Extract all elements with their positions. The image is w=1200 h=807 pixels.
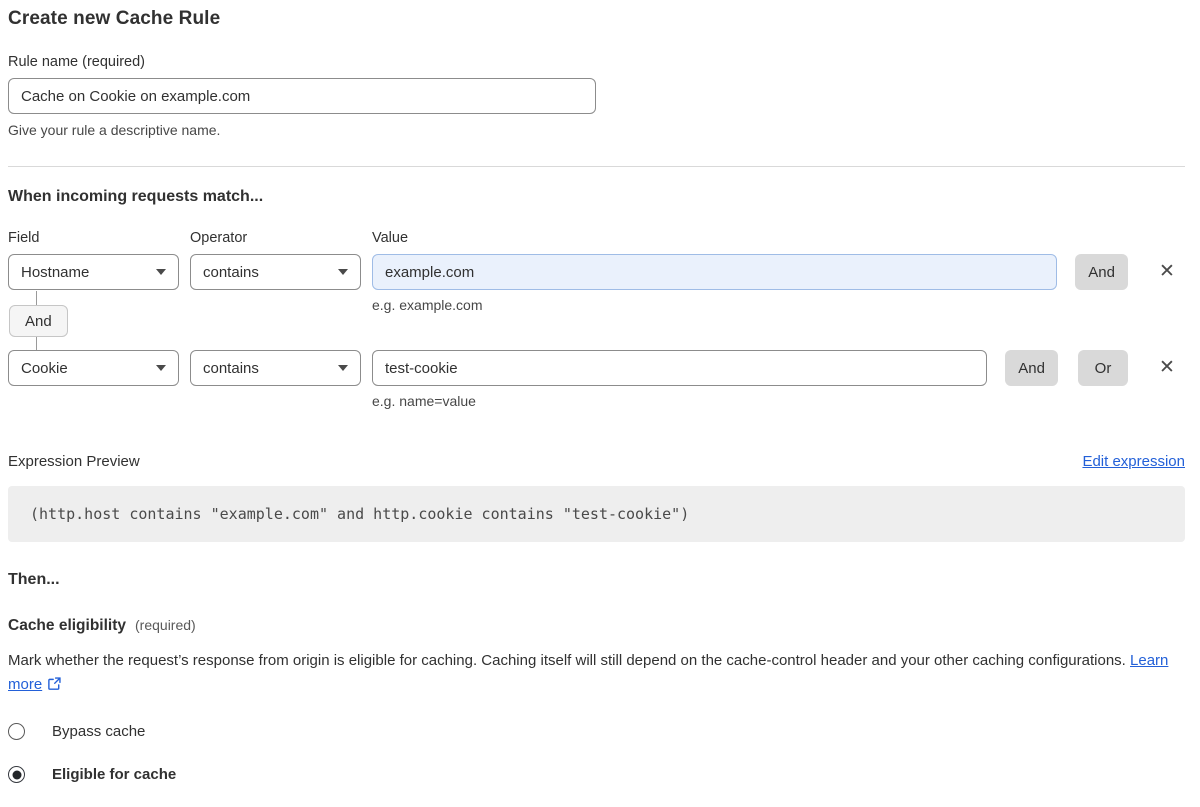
cache-eligibility-heading: Cache eligibility	[8, 617, 126, 635]
match-section: When incoming requests match... Field Op…	[8, 188, 1185, 409]
page-title: Create new Cache Rule	[8, 8, 1185, 30]
required-tag: (required)	[135, 617, 196, 633]
and-button-row-1[interactable]: And	[1075, 254, 1128, 290]
connector-line	[36, 337, 37, 350]
value-hint-1: e.g. example.com	[372, 297, 1057, 313]
rule-name-input[interactable]	[8, 78, 596, 114]
filter-row-1: Hostname contains e.g. example.com And ✕	[8, 254, 1185, 313]
connector-line	[36, 291, 37, 305]
radio-selected-icon[interactable]	[8, 766, 25, 783]
chevron-down-icon	[338, 269, 348, 275]
value-input-2[interactable]	[372, 350, 987, 386]
value-input-1[interactable]	[372, 254, 1057, 290]
operator-select-1-value: contains	[203, 264, 259, 281]
radio-label-eligible-for-cache: Eligible for cache	[52, 766, 176, 783]
close-icon[interactable]: ✕	[1149, 350, 1185, 386]
radio-option-bypass-cache[interactable]: Bypass cache	[8, 723, 1185, 740]
radio-option-eligible-for-cache[interactable]: Eligible for cache	[8, 766, 1185, 783]
field-select-2-value: Cookie	[21, 360, 68, 377]
expression-preview-label: Expression Preview	[8, 453, 140, 470]
rule-name-label: Rule name (required)	[8, 54, 1185, 70]
operator-select-1[interactable]: contains	[190, 254, 361, 290]
or-button-row-2[interactable]: Or	[1078, 350, 1128, 386]
field-select-1-value: Hostname	[21, 264, 89, 281]
section-divider	[8, 166, 1185, 167]
value-column-2: e.g. name=value	[372, 350, 987, 409]
operator-select-2-value: contains	[203, 360, 259, 377]
filter-row-2: Cookie contains e.g. name=value And Or ✕	[8, 350, 1185, 409]
add-and-condition-button[interactable]: And	[9, 305, 68, 337]
value-hint-2: e.g. name=value	[372, 393, 987, 409]
external-link-icon	[47, 676, 62, 691]
rule-name-help: Give your rule a descriptive name.	[8, 122, 1185, 138]
description-text: Mark whether the request’s response from…	[8, 652, 1126, 669]
match-heading: When incoming requests match...	[8, 188, 1185, 206]
field-select-2[interactable]: Cookie	[8, 350, 179, 386]
value-column-label: Value	[372, 230, 1185, 246]
column-labels: Field Operator Value	[8, 230, 1185, 246]
rule-name-section: Rule name (required) Give your rule a de…	[8, 54, 1185, 138]
operator-column-label: Operator	[190, 230, 372, 246]
edit-expression-link[interactable]: Edit expression	[1082, 453, 1185, 470]
chevron-down-icon	[338, 365, 348, 371]
operator-select-2[interactable]: contains	[190, 350, 361, 386]
radio-icon[interactable]	[8, 723, 25, 740]
field-column-label: Field	[8, 230, 190, 246]
row-connector: And	[8, 291, 88, 350]
radio-label-bypass-cache: Bypass cache	[52, 723, 145, 740]
chevron-down-icon	[156, 365, 166, 371]
expression-preview-section: Expression Preview Edit expression (http…	[8, 453, 1185, 542]
cache-eligibility-section: Cache eligibility (required) Mark whethe…	[8, 617, 1185, 783]
close-icon[interactable]: ✕	[1149, 254, 1185, 290]
chevron-down-icon	[156, 269, 166, 275]
then-heading: Then...	[8, 571, 1185, 589]
cache-eligibility-description: Mark whether the request’s response from…	[8, 649, 1173, 697]
create-cache-rule-page: Create new Cache Rule Rule name (require…	[0, 0, 1200, 807]
expression-code-block: (http.host contains "example.com" and ht…	[8, 486, 1185, 542]
value-column-1: e.g. example.com	[372, 254, 1057, 313]
and-button-row-2[interactable]: And	[1005, 350, 1058, 386]
field-select-1[interactable]: Hostname	[8, 254, 179, 290]
